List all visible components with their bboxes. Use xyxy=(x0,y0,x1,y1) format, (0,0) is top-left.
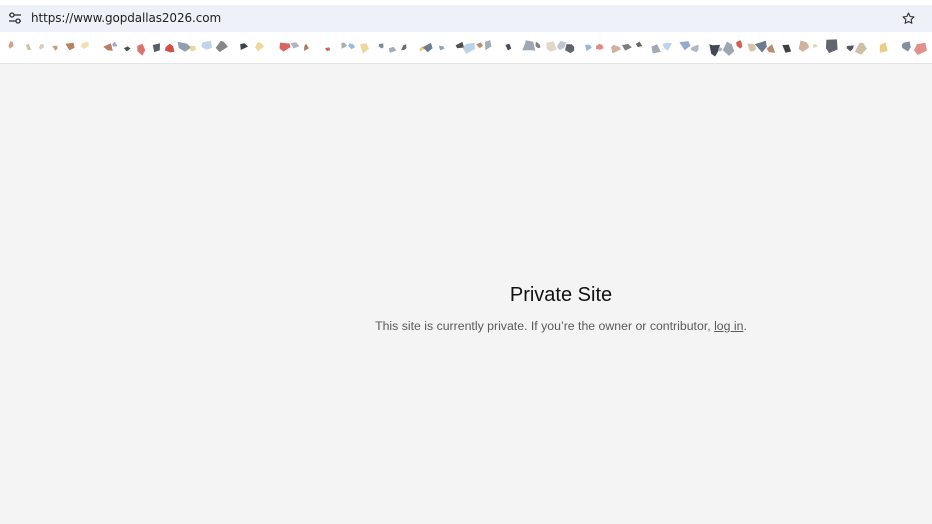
bookmark-favicon[interactable] xyxy=(103,43,113,51)
bookmark-favicon[interactable] xyxy=(709,44,720,57)
bookmark-favicon[interactable] xyxy=(484,40,492,51)
address-bar[interactable]: https://www.gopdallas2026.com xyxy=(0,5,932,32)
url-text[interactable]: https://www.gopdallas2026.com xyxy=(31,11,221,25)
bookmark-favicon[interactable] xyxy=(80,42,89,49)
bookmark-favicon[interactable] xyxy=(622,43,632,51)
login-link[interactable]: log in xyxy=(714,319,743,333)
bookmark-favicon[interactable] xyxy=(290,42,300,49)
bookmark-favicon[interactable] xyxy=(462,42,475,54)
bookmark-favicon[interactable] xyxy=(360,43,370,54)
bookmark-favicon[interactable] xyxy=(813,44,818,48)
bookmark-favicon[interactable] xyxy=(152,43,160,53)
bookmark-favicon[interactable] xyxy=(348,43,356,50)
bookmark-favicon[interactable] xyxy=(522,40,536,51)
bookmark-favicon[interactable] xyxy=(825,39,838,53)
bookmark-favicon[interactable] xyxy=(585,44,592,52)
bookmark-favicon[interactable] xyxy=(123,46,131,52)
bookmark-favicon[interactable] xyxy=(914,42,927,55)
bookmark-favicon[interactable] xyxy=(38,43,45,50)
bookmark-favicon[interactable] xyxy=(565,44,575,54)
bookmark-favicon[interactable] xyxy=(879,42,888,53)
bookmark-favicons[interactable] xyxy=(0,32,932,63)
bookmark-favicon[interactable] xyxy=(798,40,810,52)
bookmark-favicon[interactable] xyxy=(690,44,699,53)
bookmark-favicon[interactable] xyxy=(240,43,249,50)
bookmark-favicon[interactable] xyxy=(215,40,228,53)
bookmark-favicon[interactable] xyxy=(112,41,118,47)
private-message: This site is currently private. If you’r… xyxy=(0,319,932,333)
bookmark-favicon[interactable] xyxy=(722,41,735,56)
bookmark-favicon[interactable] xyxy=(901,41,911,52)
bookmark-favicon[interactable] xyxy=(754,40,767,53)
star-outline-icon[interactable] xyxy=(901,11,916,26)
bookmark-favicon[interactable] xyxy=(25,43,31,51)
bookmark-favicon[interactable] xyxy=(137,43,146,56)
bookmark-favicon[interactable] xyxy=(662,42,673,51)
bookmark-favicon[interactable] xyxy=(766,44,776,53)
bookmark-favicon[interactable] xyxy=(596,43,604,50)
bookmark-favicon[interactable] xyxy=(324,47,331,52)
bookmarks-bar xyxy=(0,32,932,64)
bookmark-favicon[interactable] xyxy=(177,41,192,52)
page-title: Private Site xyxy=(509,284,613,306)
bookmark-favicon[interactable] xyxy=(535,41,541,49)
bookmark-favicon[interactable] xyxy=(422,42,433,53)
bookmark-favicon[interactable] xyxy=(747,43,757,52)
bookmark-favicon[interactable] xyxy=(679,41,691,51)
bookmark-favicon[interactable] xyxy=(65,42,75,51)
bookmark-favicon[interactable] xyxy=(8,41,14,49)
bookmark-favicon[interactable] xyxy=(546,41,557,52)
bookmark-favicon[interactable] xyxy=(736,40,743,49)
message-text: This site is currently private. If you’r… xyxy=(375,319,715,333)
message-period: . xyxy=(743,319,747,333)
bookmark-favicon[interactable] xyxy=(438,45,445,51)
bookmark-favicon[interactable] xyxy=(304,43,309,51)
bookmark-favicon[interactable] xyxy=(635,41,643,48)
bookmark-favicon[interactable] xyxy=(52,45,58,51)
bookmark-favicon[interactable] xyxy=(378,43,384,49)
bookmark-favicon[interactable] xyxy=(505,43,512,51)
bookmark-favicon[interactable] xyxy=(279,42,291,52)
bookmark-favicon[interactable] xyxy=(389,46,397,53)
bookmark-favicon[interactable] xyxy=(255,42,265,52)
bookmark-favicon[interactable] xyxy=(854,42,867,55)
page-content: Private Site This site is currently priv… xyxy=(0,64,932,524)
bookmark-favicon[interactable] xyxy=(476,42,484,49)
bookmark-favicon[interactable] xyxy=(557,41,566,51)
bookmark-favicon[interactable] xyxy=(611,44,621,54)
tune-icon[interactable] xyxy=(8,11,22,25)
bookmark-favicon[interactable] xyxy=(846,45,854,52)
bookmark-favicon[interactable] xyxy=(341,42,348,49)
bookmark-favicon[interactable] xyxy=(164,43,175,53)
bookmark-favicon[interactable] xyxy=(401,44,407,51)
bookmark-favicon[interactable] xyxy=(651,44,661,54)
bookmark-favicon[interactable] xyxy=(201,40,212,50)
bookmark-favicon[interactable] xyxy=(189,45,196,52)
bookmark-favicon[interactable] xyxy=(782,44,792,53)
